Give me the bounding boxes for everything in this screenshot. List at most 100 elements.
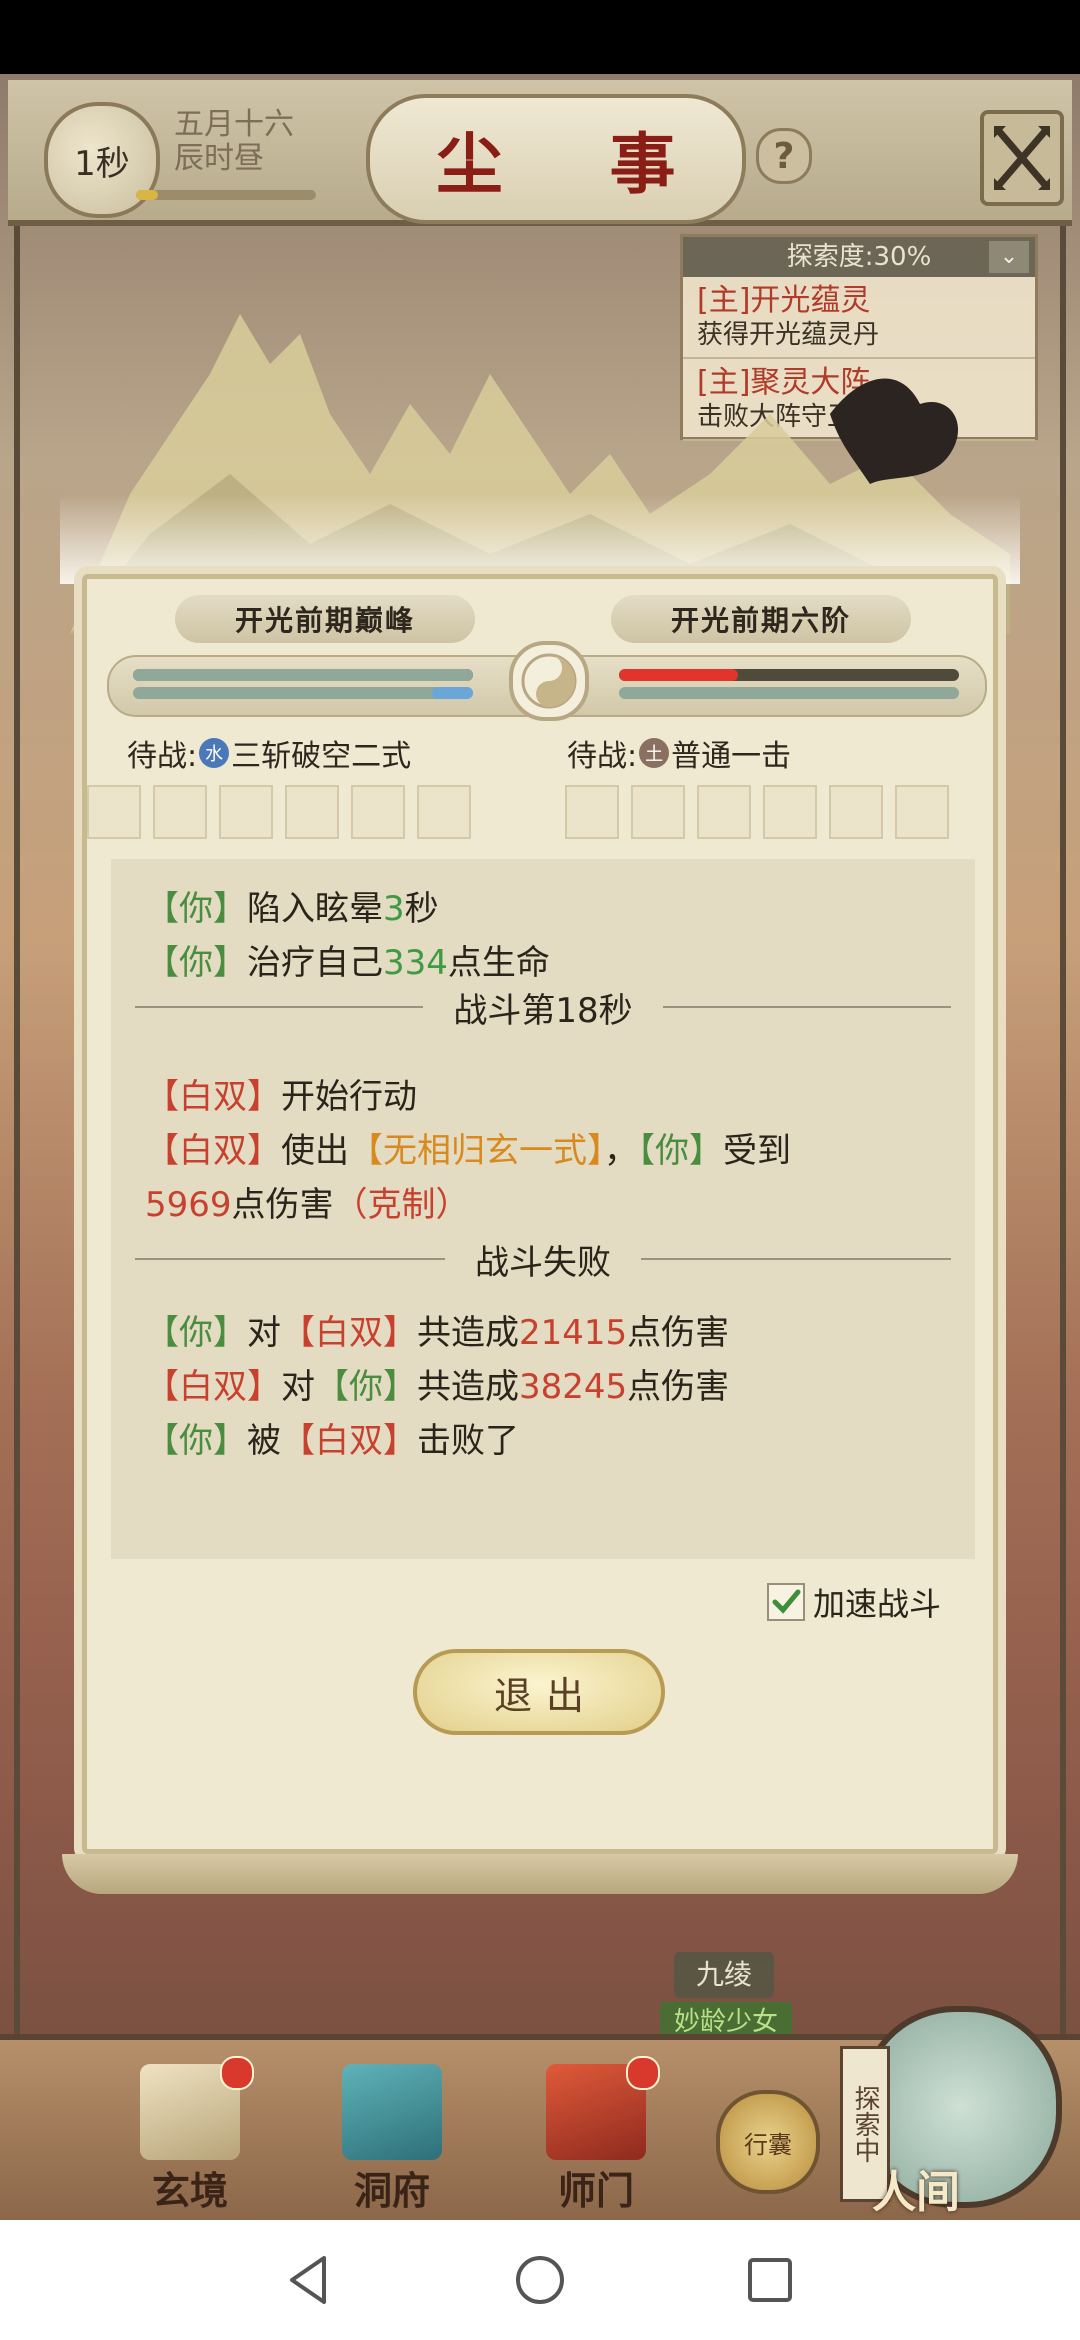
npc-name[interactable]: 九绫 [674, 1952, 774, 1998]
log-text: 点伤害 [627, 1367, 730, 1407]
dialog-scroll-edge [62, 1854, 1018, 1894]
page-title: 尘 事 [436, 125, 718, 203]
system-nav-bar [0, 2220, 1080, 2340]
log-number: 21415 [519, 1313, 628, 1353]
log-number: 3 [383, 889, 405, 929]
log-text: 共造成 [417, 1313, 519, 1353]
waiting-label: 待战: [567, 739, 638, 774]
log-text: 点伤害 [231, 1185, 334, 1225]
bottom-nav: 玄境 洞府 师门 行囊 探索中 人间 [0, 2006, 1080, 2220]
nav-label: 玄境 [151, 2168, 228, 2213]
nav-label: 师门 [557, 2168, 634, 2213]
close-x-icon [994, 126, 1050, 190]
log-divider: 战斗失败 [135, 1239, 951, 1283]
log-number: 334 [383, 943, 448, 983]
game-area: 1秒 五月十六 辰时昼 尘 事 ? 探索度:30% ⌄ [主]开光蕴灵 获得开光… [0, 74, 1080, 2220]
log-divider: 战斗第18秒 [135, 987, 952, 1031]
earth-element-icon: 土 [639, 738, 670, 768]
buff-slot [565, 785, 619, 839]
actor-you: 【你】 [638, 1131, 723, 1171]
divider-label: 战斗第18秒 [453, 990, 633, 1031]
buff-slot [895, 785, 949, 839]
counter-tag: （克制） [333, 1185, 470, 1225]
buff-slot [153, 785, 207, 839]
log-text: 开始行动 [281, 1077, 417, 1117]
close-button[interactable] [980, 110, 1064, 206]
actor-enemy: 【白双】 [281, 1421, 417, 1461]
log-text: 对 [281, 1367, 315, 1407]
actor-enemy: 【白双】 [281, 1313, 417, 1353]
log-text: 共造成 [417, 1367, 519, 1407]
game-date: 五月十六 辰时昼 [174, 108, 294, 176]
log-number: 5969 [145, 1185, 232, 1225]
buff-slot [631, 785, 685, 839]
skill-highlight: 【无相归玄一式】 [349, 1131, 604, 1171]
waiting-label: 待战: [127, 739, 198, 774]
back-triangle-icon[interactable] [280, 2250, 340, 2310]
enemy-hp-fill [619, 669, 738, 681]
log-line: 【你】陷入眩晕3秒 [145, 881, 439, 930]
log-text: 击败了 [417, 1421, 519, 1461]
log-text: 受到 [723, 1131, 791, 1171]
log-line: 【白双】对【你】共造成38245点伤害 [145, 1359, 729, 1408]
buff-slot [285, 785, 339, 839]
enemy-mp-track [619, 687, 959, 699]
buff-slot [417, 785, 471, 839]
mist-overlay [60, 494, 1020, 584]
log-number: 38245 [519, 1367, 628, 1407]
log-line: 【白双】使出【无相归玄一式】，【你】受到 [145, 1123, 791, 1172]
player-mp-fill [432, 687, 473, 699]
log-line: 5969点伤害（克制） [145, 1177, 470, 1226]
enemy-realm-plate: 开光前期六阶 [611, 595, 911, 643]
date-day: 五月十六 [174, 107, 294, 142]
speed-battle-toggle[interactable]: 加速战斗 [767, 1579, 941, 1625]
buff-slot [763, 785, 817, 839]
date-time: 辰时昼 [174, 141, 264, 176]
recents-square-icon[interactable] [740, 2250, 800, 2310]
enemy-buff-slots [565, 785, 949, 839]
buff-slot [697, 785, 751, 839]
player-hp-fill [133, 669, 473, 681]
battle-log: 【你】陷入眩晕3秒 【你】治疗自己334点生命 战斗第18秒 【白双】开始行动 … [111, 859, 975, 1559]
bag-button[interactable]: 行囊 [716, 2090, 820, 2194]
water-element-icon: 水 [199, 738, 230, 768]
actor-you: 【你】 [145, 943, 247, 983]
log-line: 【白双】开始行动 [145, 1069, 417, 1118]
actor-enemy: 【白双】 [145, 1131, 281, 1171]
player-buff-slots [87, 785, 471, 839]
buff-slot [87, 785, 141, 839]
log-text: 使出 [281, 1131, 349, 1171]
notification-dot [626, 2056, 660, 2090]
actor-you: 【你】 [315, 1367, 417, 1407]
log-text: 治疗自己 [247, 943, 383, 983]
yin-yang-icon [509, 641, 589, 721]
log-text: 点生命 [447, 943, 550, 983]
actor-you: 【你】 [145, 889, 247, 929]
nav-item-xuanjing[interactable]: 玄境 [110, 2056, 270, 2214]
actor-enemy: 【白双】 [145, 1367, 281, 1407]
player-next-skill: 待战: 水 三斩破空二式 [127, 731, 411, 775]
actor-you: 【你】 [145, 1313, 247, 1353]
world-label: 人间 [872, 2167, 960, 2218]
log-line: 【你】治疗自己334点生命 [145, 935, 550, 984]
time-progress-bar [136, 190, 316, 200]
log-text: 被 [247, 1421, 281, 1461]
divider-label: 战斗失败 [475, 1242, 611, 1283]
checkmark-icon [772, 1589, 801, 1614]
nav-item-shimen[interactable]: 师门 [516, 2056, 676, 2214]
speed-checkbox[interactable] [767, 1583, 805, 1621]
log-text: 秒 [404, 889, 439, 929]
player-hp-track [133, 669, 473, 681]
home-circle-icon[interactable] [510, 2250, 570, 2310]
exit-button[interactable]: 退出 [413, 1649, 665, 1735]
status-bar [0, 0, 1080, 74]
battle-dialog: 开光前期巅峰 开光前期六阶 待战: 水 三斩破空二式 待战: 土 普通一击 【你… [82, 574, 998, 1854]
notification-dot [220, 2056, 254, 2090]
player-realm-plate: 开光前期巅峰 [175, 595, 475, 643]
nav-label: 洞府 [353, 2168, 430, 2213]
help-icon[interactable]: ? [756, 128, 812, 184]
nav-item-dongfu[interactable]: 洞府 [312, 2064, 472, 2214]
log-line: 【你】对【白双】共造成21415点伤害 [145, 1305, 729, 1354]
time-progress-fill [136, 190, 158, 200]
buff-slot [829, 785, 883, 839]
